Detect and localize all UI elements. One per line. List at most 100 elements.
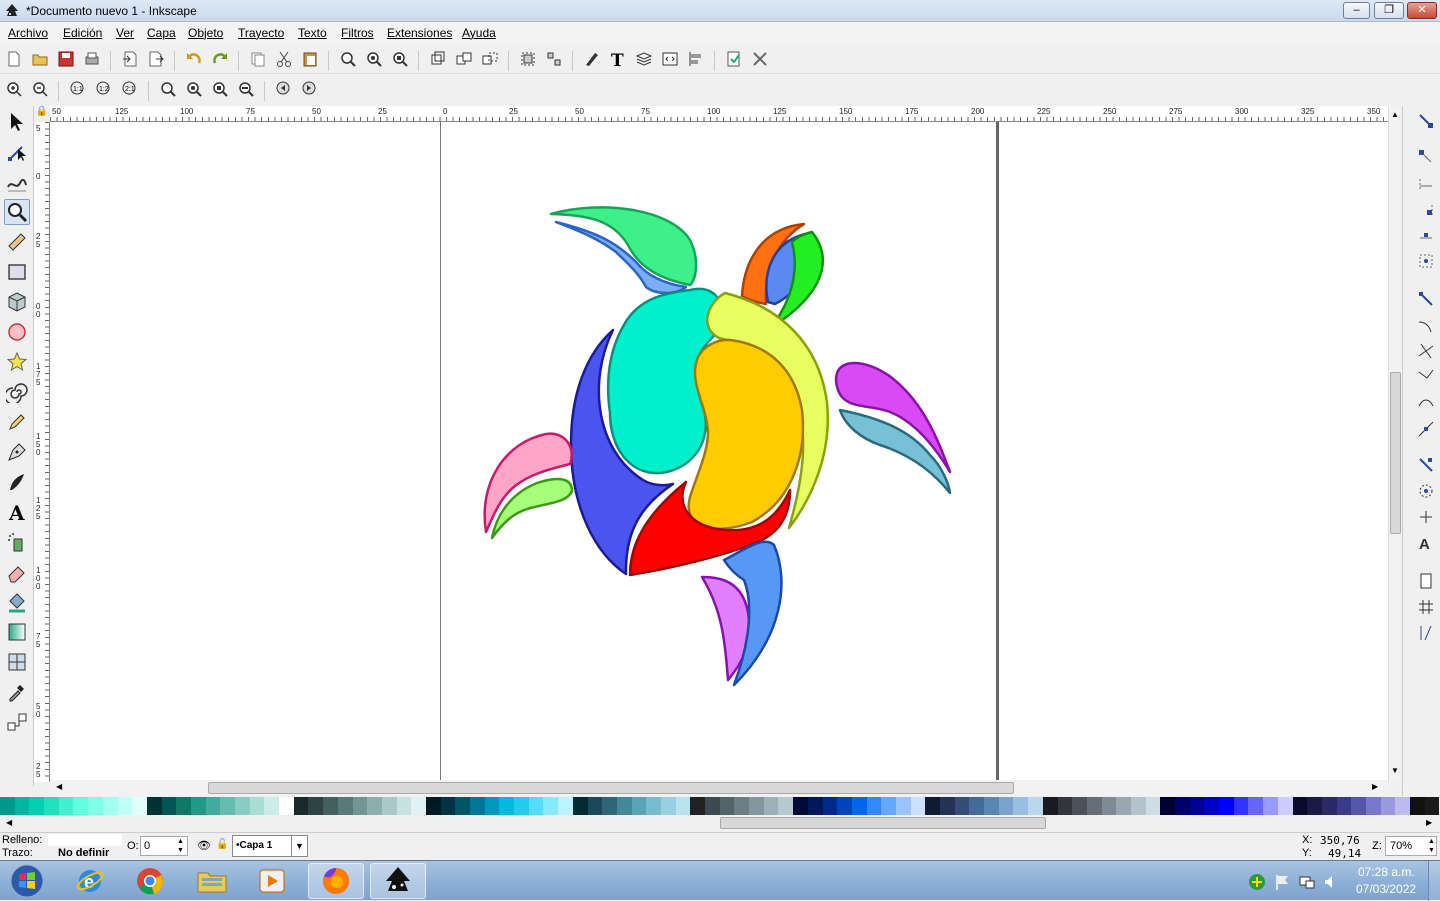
palette-swatch[interactable] — [323, 797, 338, 815]
palette-swatch[interactable] — [1057, 797, 1073, 815]
snap-bbox-icon[interactable] — [1417, 148, 1435, 166]
spin-arrows-icon[interactable]: ▲ ▼ — [177, 837, 184, 855]
palette-swatch[interactable] — [1219, 797, 1234, 815]
palette-swatch[interactable] — [367, 797, 382, 815]
zoom-page-icon[interactable] — [390, 49, 410, 69]
palette-swatch[interactable] — [161, 797, 177, 815]
menu-edicion[interactable]: Edición — [63, 26, 102, 40]
palette-swatch[interactable] — [470, 797, 485, 815]
tray-network-security-icon[interactable] — [1248, 873, 1266, 891]
scroll-down-icon[interactable]: ▼ — [1391, 766, 1399, 775]
zoom-drawing-icon[interactable] — [364, 49, 384, 69]
palette-swatch[interactable] — [1086, 797, 1102, 815]
snap-object-midpoints-icon[interactable] — [1417, 482, 1435, 500]
palette-swatch[interactable] — [396, 797, 412, 815]
palette-swatch[interactable] — [190, 797, 206, 815]
snap-bbox-edge-icon[interactable] — [1417, 174, 1435, 192]
pencil-tool-icon[interactable] — [4, 409, 30, 435]
chrome-icon[interactable] — [122, 863, 178, 899]
palette-swatch[interactable] — [0, 797, 15, 815]
palette-swatch[interactable] — [1028, 797, 1043, 815]
palette-scroll-thumb[interactable] — [720, 817, 1046, 829]
palette-swatch[interactable] — [1204, 797, 1220, 815]
palette-swatch[interactable] — [1116, 797, 1131, 815]
menu-trayecto[interactable]: Trayecto — [238, 26, 284, 40]
palette-swatch[interactable] — [851, 797, 867, 815]
zoom-spin-icon[interactable]: ▲ ▼ — [1428, 837, 1435, 855]
menu-filtros[interactable]: Filtros — [341, 26, 374, 40]
clock-time[interactable]: 07:28 a.m. — [1358, 865, 1415, 879]
clone-icon[interactable] — [454, 49, 474, 69]
palette-swatch[interactable] — [602, 797, 617, 815]
palette-swatch[interactable] — [205, 797, 221, 815]
palette-swatch[interactable] — [1424, 797, 1440, 815]
snap-bbox-midpoint-icon[interactable] — [1417, 226, 1435, 244]
snap-others-icon[interactable] — [1417, 456, 1435, 474]
tray-network-icon[interactable] — [1298, 873, 1316, 891]
close-button[interactable]: ✕ — [1407, 2, 1437, 19]
new-document-icon[interactable] — [4, 49, 24, 69]
palette-swatch[interactable] — [646, 797, 661, 815]
palette-swatch[interactable] — [176, 797, 191, 815]
palette-swatch[interactable] — [925, 797, 940, 815]
menu-archivo[interactable]: Archivo — [8, 26, 48, 40]
star-tool-icon[interactable] — [4, 349, 30, 375]
scroll-up-icon[interactable]: ▲ — [1391, 110, 1399, 119]
unlink-clone-icon[interactable] — [480, 49, 500, 69]
vertical-ruler[interactable]: 5 0 2 5 0 0 1 7 5 1 5 0 1 2 5 1 0 0 7 5 … — [34, 122, 50, 782]
palette-swatch[interactable] — [572, 797, 588, 815]
palette-swatch[interactable] — [719, 797, 735, 815]
snap-nodes-icon[interactable] — [1417, 290, 1435, 308]
snap-smooth-nodes-icon[interactable] — [1417, 394, 1435, 412]
palette-swatch[interactable] — [1351, 797, 1366, 815]
selector-tool-icon[interactable] — [4, 109, 30, 135]
palette-swatch[interactable] — [1410, 797, 1425, 815]
palette-swatch[interactable] — [1145, 797, 1161, 815]
text-font-icon[interactable]: T — [608, 49, 628, 69]
export-icon[interactable] — [146, 49, 166, 69]
menu-capa[interactable]: Capa — [147, 26, 176, 40]
palette-swatch[interactable] — [425, 797, 441, 815]
file-explorer-icon[interactable] — [184, 863, 240, 899]
palette-swatch[interactable] — [279, 797, 294, 815]
snap-toggle-icon[interactable] — [1417, 112, 1435, 130]
palette-swatch[interactable] — [1248, 797, 1264, 815]
maximize-button[interactable]: ❐ — [1374, 2, 1404, 19]
menu-objeto[interactable]: Objeto — [188, 26, 223, 40]
snap-intersections-icon[interactable] — [1417, 342, 1435, 360]
snap-text-baseline-icon[interactable]: A — [1417, 534, 1435, 552]
fill-stroke-icon[interactable] — [582, 49, 602, 69]
show-desktop-button[interactable] — [1428, 861, 1440, 901]
palette-swatch[interactable] — [102, 797, 118, 815]
tweak-tool-icon[interactable] — [4, 169, 30, 195]
palette-swatch[interactable] — [58, 797, 74, 815]
palette-swatch[interactable] — [616, 797, 632, 815]
open-icon[interactable] — [30, 49, 50, 69]
palette-swatch[interactable] — [660, 797, 676, 815]
palette-swatch[interactable] — [455, 797, 470, 815]
layers-icon[interactable] — [634, 49, 654, 69]
zoom-selection-icon[interactable] — [338, 49, 358, 69]
palette-swatch[interactable] — [1101, 797, 1117, 815]
palette-swatch[interactable] — [1321, 797, 1337, 815]
palette-scroll-left-icon[interactable]: ◀ — [6, 818, 12, 827]
palette-swatch[interactable] — [1189, 797, 1205, 815]
palette-scrollbar[interactable]: ◀ ▶ — [0, 815, 1440, 832]
fill-swatch[interactable] — [48, 834, 122, 846]
palette-swatch[interactable] — [1277, 797, 1293, 815]
horizontal-scroll-thumb[interactable] — [208, 782, 1014, 794]
palette-swatch[interactable] — [484, 797, 500, 815]
menu-extensiones[interactable]: Extensiones — [387, 26, 452, 40]
gradient-tool-icon[interactable] — [4, 619, 30, 645]
zoom-2-1-icon[interactable]: 2:1 — [120, 79, 140, 99]
xml-editor-icon[interactable] — [660, 49, 680, 69]
snap-paths-icon[interactable] — [1417, 316, 1435, 334]
import-icon[interactable] — [120, 49, 140, 69]
snap-bbox-corner-icon[interactable] — [1417, 200, 1435, 218]
spray-tool-icon[interactable] — [4, 529, 30, 555]
zoom-1-1-icon[interactable]: 1:1 — [68, 79, 88, 99]
palette-swatch[interactable] — [264, 797, 280, 815]
palette-swatch[interactable] — [587, 797, 603, 815]
snap-line-midpoints-icon[interactable] — [1417, 420, 1435, 438]
redo-icon[interactable] — [210, 49, 230, 69]
